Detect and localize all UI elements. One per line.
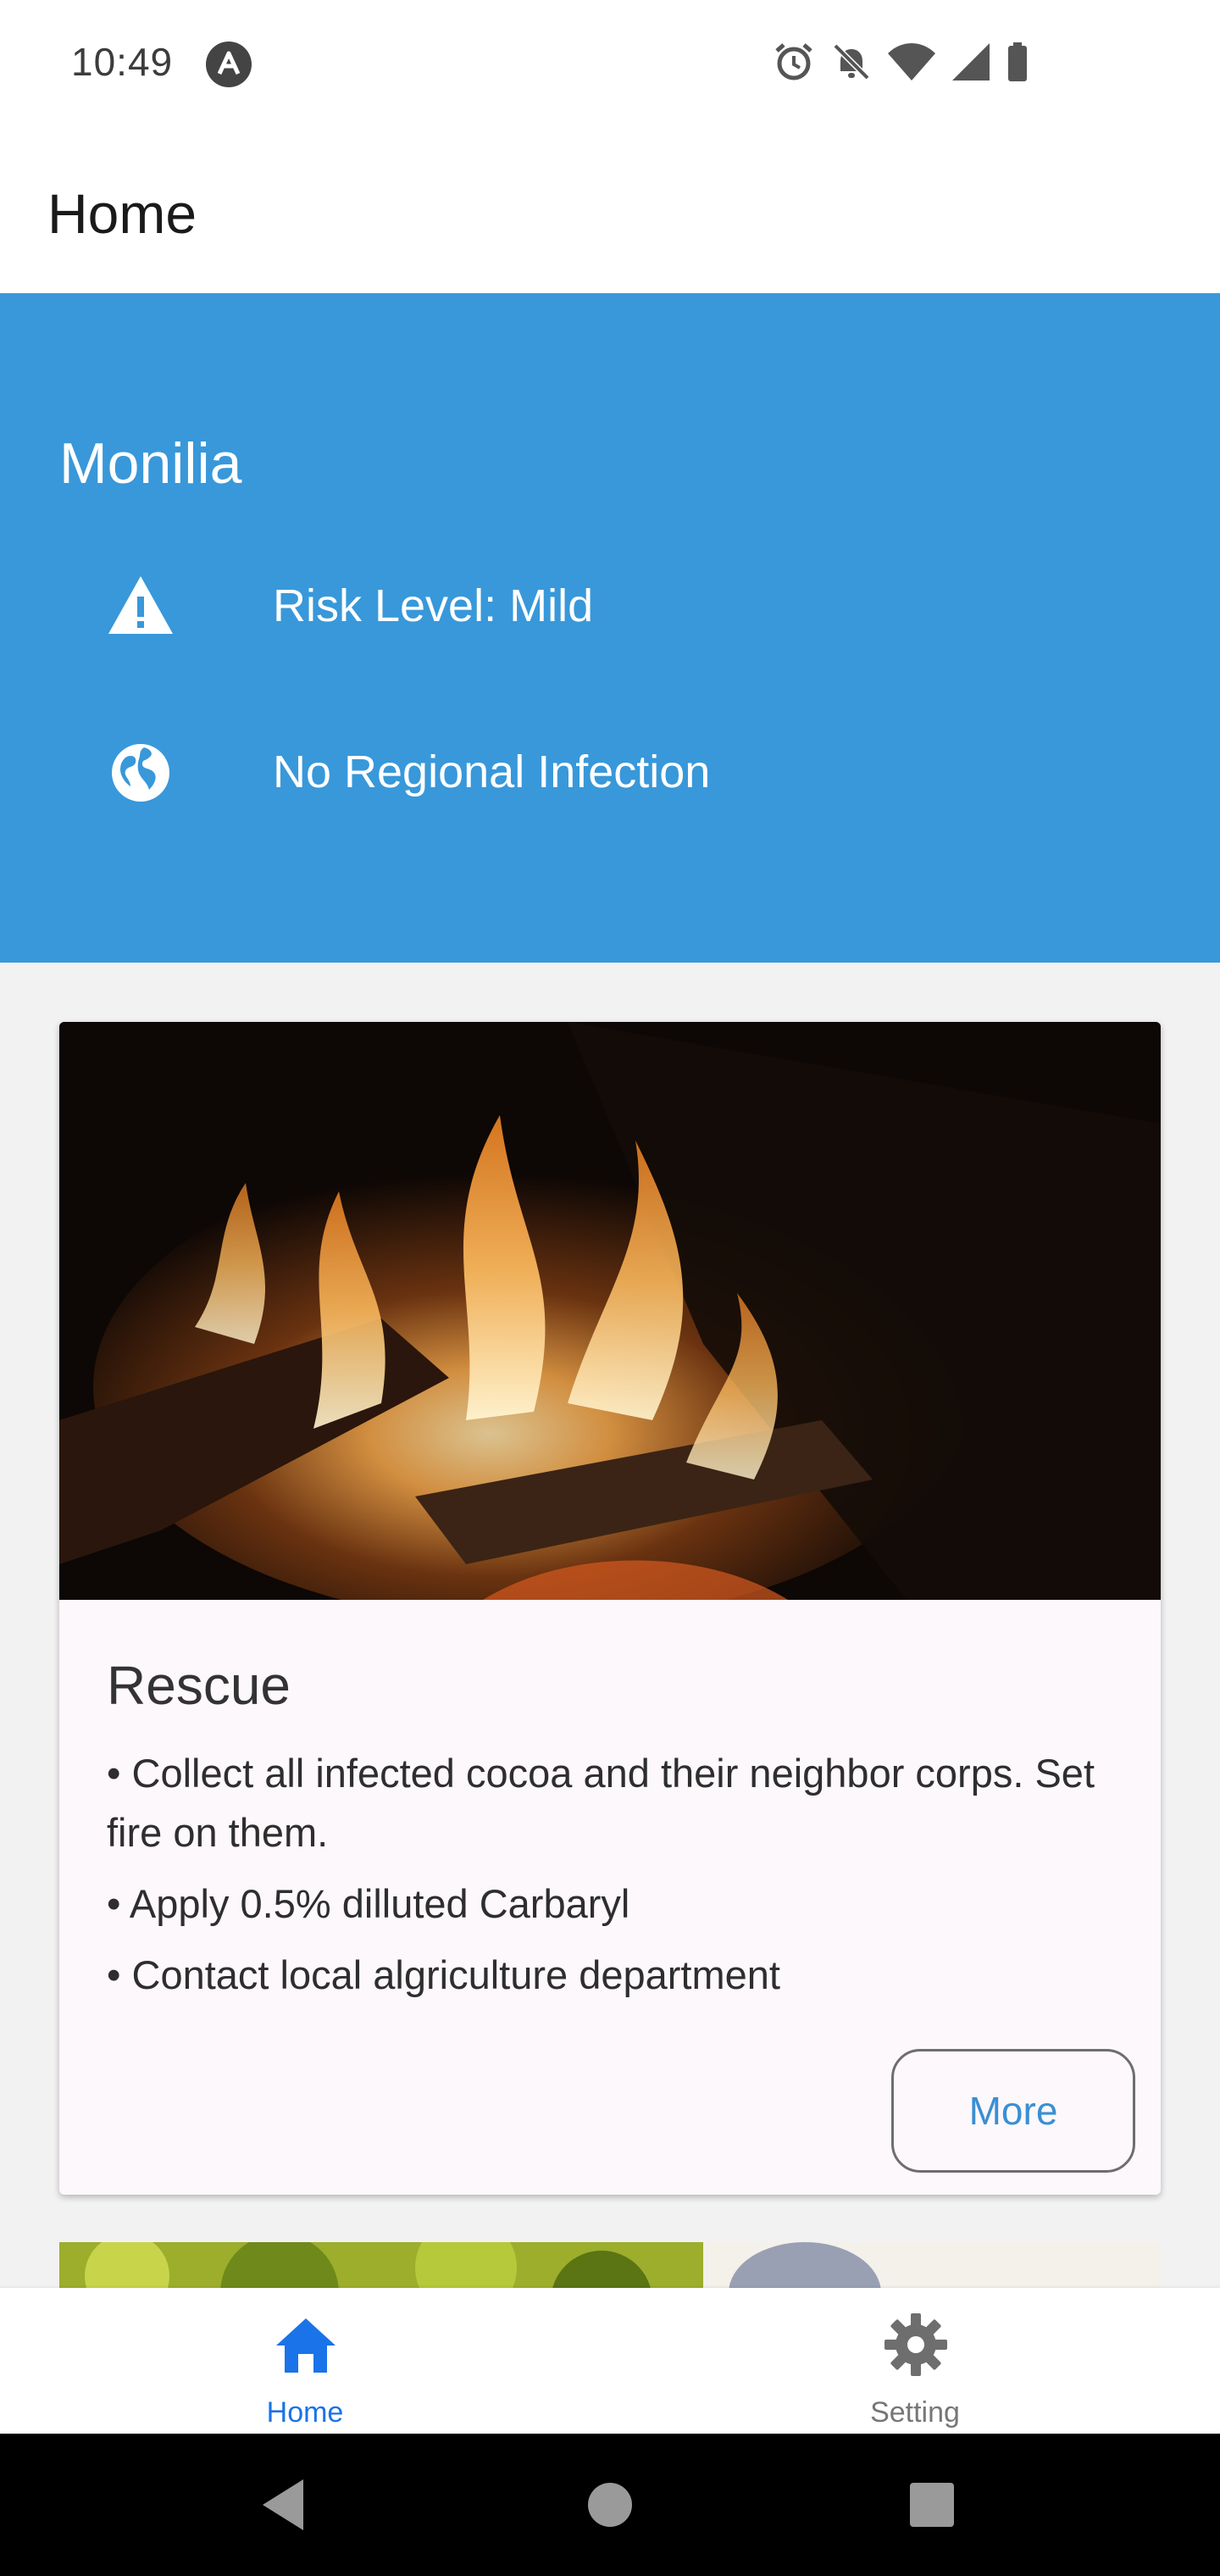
regional-infection-label: No Regional Infection	[273, 747, 711, 797]
status-time: 10:49	[71, 40, 174, 84]
home-circle-icon[interactable]	[576, 2471, 644, 2539]
regional-infection-row: No Regional Infection	[0, 713, 1220, 815]
disease-summary-panel: Monilia Risk Level: Mild No Regional Inf…	[0, 293, 1220, 963]
bottom-navigation: Home Setting	[0, 2288, 1220, 2434]
disease-name: Monilia	[59, 431, 242, 496]
list-item: • Contact local algriculture department	[107, 1952, 780, 1997]
alarm-icon	[775, 43, 812, 80]
gear-icon	[884, 2313, 947, 2376]
list-item: • Collect all infected cocoa and their n…	[107, 1751, 1095, 1855]
card-title: Rescue	[107, 1655, 291, 1716]
status-icons	[756, 41, 1029, 83]
nav-label-setting: Setting	[870, 2396, 960, 2429]
system-navigation-bar	[0, 2434, 1220, 2576]
risk-level-label: Risk Level: Mild	[273, 580, 594, 631]
status-bar: 10:49	[0, 0, 1220, 127]
app-notification-icon	[206, 42, 252, 87]
home-icon	[276, 2318, 336, 2373]
nav-item-home[interactable]: Home	[152, 2288, 458, 2434]
list-item: • Apply 0.5% dilluted Carbaryl	[107, 1881, 630, 1926]
signal-icon	[952, 43, 990, 80]
rescue-card: Rescue • Collect all infected cocoa and …	[59, 1022, 1161, 2195]
globe-icon	[112, 744, 169, 802]
app-bar: Home	[0, 127, 1220, 293]
page-title: Home	[47, 182, 197, 245]
recents-icon[interactable]	[898, 2471, 966, 2539]
nav-item-setting[interactable]: Setting	[762, 2288, 1068, 2434]
wifi-icon	[888, 43, 935, 80]
campfire-flames-image	[59, 1022, 1161, 1600]
rescue-steps-list: • Collect all infected cocoa and their n…	[107, 1744, 1115, 2017]
risk-level-row: Risk Level: Mild	[0, 547, 1220, 649]
back-icon[interactable]	[251, 2471, 319, 2539]
nav-label-home: Home	[266, 2396, 344, 2429]
more-button[interactable]: More	[891, 2049, 1135, 2173]
warning-icon	[108, 576, 173, 634]
bell-off-icon	[833, 43, 870, 80]
battery-icon	[1008, 42, 1027, 81]
